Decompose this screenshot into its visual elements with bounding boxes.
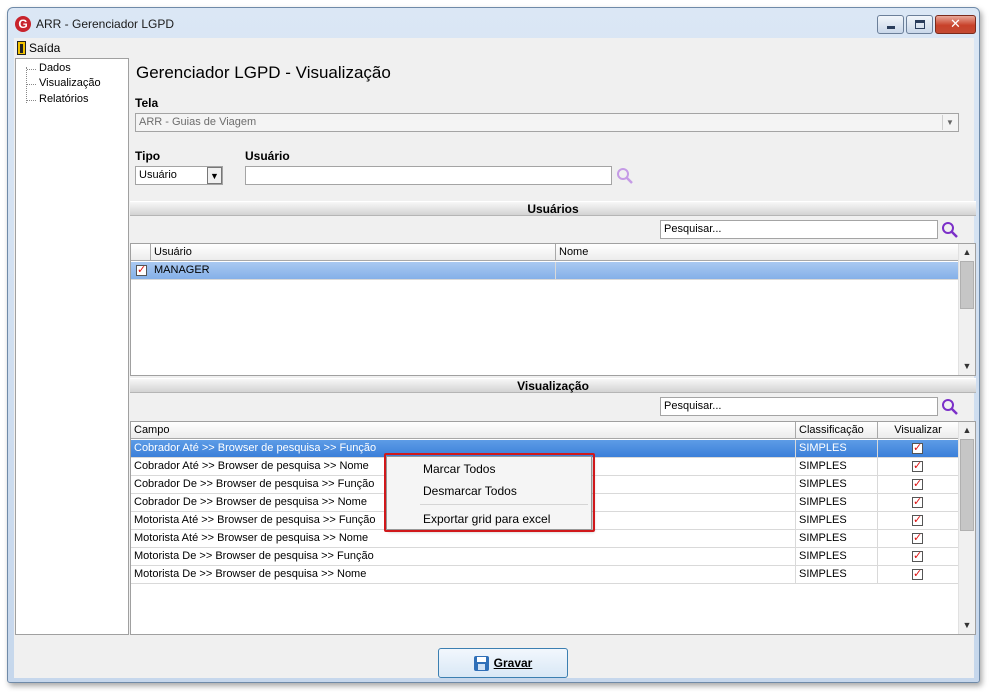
table-row[interactable]: Motorista De >> Browser de pesquisa >> F…	[131, 548, 959, 566]
usuarios-section-header: Usuários	[130, 201, 976, 216]
usuarios-search-icon[interactable]	[941, 221, 959, 239]
scroll-thumb[interactable]	[960, 439, 974, 531]
visualizacao-scrollbar[interactable]: ▲ ▼	[958, 422, 975, 634]
menu-item-marcar-todos[interactable]: Marcar Todos	[423, 462, 495, 476]
cell-classificacao: SIMPLES	[796, 494, 878, 511]
scroll-thumb[interactable]	[960, 261, 974, 309]
visualizar-checkbox[interactable]	[912, 549, 923, 562]
column-header-campo[interactable]: Campo	[131, 422, 796, 439]
cell-campo: Motorista De >> Browser de pesquisa >> F…	[131, 548, 796, 565]
cell-visualizar	[878, 530, 959, 547]
visualizar-checkbox[interactable]	[912, 513, 923, 526]
menu-exit-label: Saída	[29, 40, 61, 55]
close-button[interactable]: ✕	[935, 15, 976, 34]
table-row[interactable]: MANAGER	[131, 262, 959, 280]
floppy-disk-icon	[473, 655, 489, 671]
menu-bar: Saída	[14, 38, 974, 57]
maximize-button[interactable]	[906, 15, 933, 34]
scroll-up-icon[interactable]: ▲	[959, 244, 975, 261]
visualizacao-search-input[interactable]: Pesquisar...	[660, 397, 938, 416]
menu-item-desmarcar-todos[interactable]: Desmarcar Todos	[423, 484, 517, 498]
cell-visualizar	[878, 512, 959, 529]
tree-item-relatorios[interactable]: Relatórios	[27, 93, 89, 105]
chevron-down-icon: ▼	[207, 167, 222, 184]
visualizar-checkbox[interactable]	[912, 459, 923, 472]
tree-item-visualizacao[interactable]: Visualização	[27, 77, 101, 89]
cell-usuario: MANAGER	[151, 262, 556, 279]
column-header-nome[interactable]: Nome	[556, 244, 959, 261]
minimize-icon	[887, 26, 895, 29]
context-menu: Marcar Todos Desmarcar Todos Exportar gr…	[384, 453, 595, 532]
navigation-tree: Dados Visualização Relatórios	[15, 58, 129, 635]
cell-classificacao: SIMPLES	[796, 476, 878, 493]
visualizar-checkbox[interactable]	[912, 441, 923, 454]
visualizar-checkbox[interactable]	[912, 531, 923, 544]
usuario-label: Usuário	[245, 149, 290, 163]
cell-visualizar	[878, 494, 959, 511]
usuarios-search-input[interactable]: Pesquisar...	[660, 220, 938, 239]
scroll-down-icon[interactable]: ▼	[959, 617, 975, 634]
tree-item-dados[interactable]: Dados	[27, 62, 71, 74]
usuario-input[interactable]	[245, 166, 612, 185]
client-area: Saída Dados Visualização Relatórios Gere…	[14, 38, 976, 678]
tipo-select[interactable]: Usuário ▼	[135, 166, 223, 185]
visualizar-checkbox[interactable]	[912, 567, 923, 580]
tipo-value: Usuário	[139, 169, 177, 181]
row-checkbox[interactable]	[136, 263, 147, 276]
maximize-icon	[915, 20, 925, 29]
close-icon: ✕	[950, 17, 961, 32]
cell-nome	[556, 262, 959, 279]
scroll-down-icon[interactable]: ▼	[959, 358, 975, 375]
table-row[interactable]: Motorista De >> Browser de pesquisa >> N…	[131, 566, 959, 584]
tela-label: Tela	[135, 96, 159, 110]
scroll-up-icon[interactable]: ▲	[959, 422, 975, 439]
visualizacao-grid-header: Campo Classificação Visualizar	[131, 422, 959, 439]
usuario-search-icon[interactable]	[616, 167, 634, 185]
menu-separator	[420, 504, 588, 505]
visualizacao-section-header: Visualização	[130, 378, 976, 393]
tela-select[interactable]: ARR - Guias de Viagem ▼	[135, 113, 959, 132]
cell-classificacao: SIMPLES	[796, 440, 878, 457]
column-header-usuario[interactable]: Usuário	[151, 244, 556, 261]
page-title: Gerenciador LGPD - Visualização	[136, 63, 391, 82]
usuarios-grid-header: Usuário Nome	[131, 244, 959, 261]
tipo-label: Tipo	[135, 149, 161, 163]
chevron-down-icon: ▼	[942, 115, 957, 130]
title-bar[interactable]: G ARR - Gerenciador LGPD ✕	[8, 8, 979, 38]
tree-connector	[26, 67, 27, 103]
save-button-label: Gravar	[493, 656, 533, 670]
window-title: ARR - Gerenciador LGPD	[36, 17, 175, 31]
cell-classificacao: SIMPLES	[796, 458, 878, 475]
cell-visualizar	[878, 458, 959, 475]
cell-visualizar	[878, 566, 959, 583]
cell-classificacao: SIMPLES	[796, 548, 878, 565]
cell-campo: Motorista Até >> Browser de pesquisa >> …	[131, 530, 796, 547]
app-logo-icon: G	[15, 16, 31, 32]
cell-classificacao: SIMPLES	[796, 530, 878, 547]
cell-campo: Motorista De >> Browser de pesquisa >> N…	[131, 566, 796, 583]
main-window: G ARR - Gerenciador LGPD ✕ Saída Dados V…	[7, 7, 980, 683]
save-button[interactable]: Gravar	[438, 648, 568, 678]
cell-visualizar	[878, 476, 959, 493]
exit-door-icon	[17, 40, 26, 55]
menu-item-exportar-excel[interactable]: Exportar grid para excel	[423, 512, 550, 526]
cell-classificacao: SIMPLES	[796, 512, 878, 529]
row-indicator-header	[131, 244, 151, 261]
table-row[interactable]: Motorista Até >> Browser de pesquisa >> …	[131, 530, 959, 548]
usuarios-scrollbar[interactable]: ▲ ▼	[958, 244, 975, 375]
cell-visualizar	[878, 440, 959, 457]
tela-value: ARR - Guias de Viagem	[139, 116, 257, 128]
column-header-visualizar[interactable]: Visualizar	[878, 422, 959, 439]
column-header-classificacao[interactable]: Classificação	[796, 422, 878, 439]
cell-classificacao: SIMPLES	[796, 566, 878, 583]
visualizar-checkbox[interactable]	[912, 495, 923, 508]
minimize-button[interactable]	[877, 15, 904, 34]
cell-visualizar	[878, 548, 959, 565]
menu-exit[interactable]: Saída	[17, 39, 60, 56]
usuarios-grid: Usuário Nome MANAGER ▲ ▼	[130, 243, 976, 376]
visualizar-checkbox[interactable]	[912, 477, 923, 490]
visualizacao-search-icon[interactable]	[941, 398, 959, 416]
